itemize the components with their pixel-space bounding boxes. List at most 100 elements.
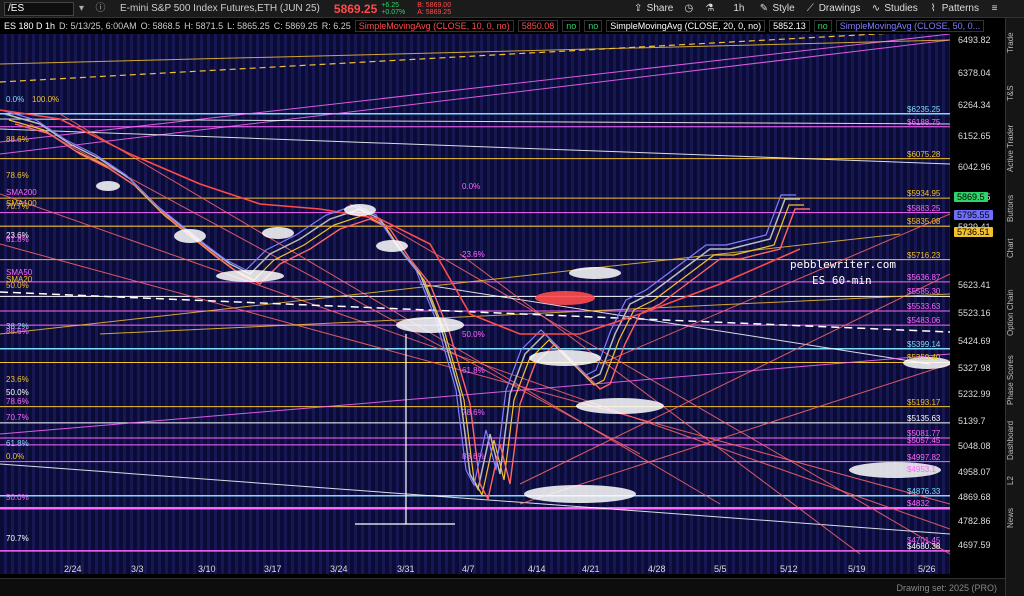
session-stripe: [473, 34, 476, 574]
patterns-button[interactable]: ⌇ Patterns: [928, 3, 979, 14]
price-badge: 5736.51: [954, 227, 993, 237]
level-label: $5193.17: [907, 397, 941, 407]
session-stripe: [508, 34, 511, 574]
fib-label-mid: 61.8%: [462, 366, 485, 375]
bar-range: R: 6.25: [321, 21, 351, 31]
symbol-input[interactable]: /ES: [4, 1, 74, 16]
session-stripe: [781, 34, 784, 574]
rail-tab[interactable]: Option Chain: [1006, 288, 1024, 338]
fib-label-left: 100.0%: [32, 95, 60, 104]
session-stripe: [179, 34, 182, 574]
level-label: $5483.06: [907, 316, 941, 326]
chevron-down-icon[interactable]: ▾: [76, 3, 87, 14]
price-badge: 5869.5: [954, 192, 988, 202]
session-stripe: [802, 34, 805, 574]
session-stripe: [158, 34, 161, 574]
sma20-value: 5852.13: [769, 20, 810, 32]
session-stripe: [445, 34, 448, 574]
session-stripe: [669, 34, 672, 574]
level-label: $6235.25: [907, 104, 941, 114]
fib-label-left: 61.8%: [6, 235, 29, 244]
chart-canvas[interactable]: [0, 34, 950, 574]
rail-tab[interactable]: Active Trader: [1006, 118, 1024, 178]
session-stripe: [340, 34, 343, 574]
sma10-label[interactable]: SimpleMovingAvg (CLOSE, 10, 0, no): [354, 20, 514, 32]
session-stripe: [347, 34, 350, 574]
rail-tab[interactable]: Chart: [1006, 233, 1024, 263]
clock-button[interactable]: ◷: [683, 3, 694, 14]
session-stripe: [501, 34, 504, 574]
date-tick: 3/24: [330, 564, 348, 574]
sma10-value: 5850.08: [517, 20, 559, 32]
session-stripe: [95, 34, 98, 574]
session-stripe: [305, 34, 308, 574]
clock-icon: ◷: [684, 3, 694, 14]
price-axis[interactable]: 6493.826378.046264.346152.656042.965935.…: [950, 34, 1005, 574]
session-stripe: [88, 34, 91, 574]
bar-high: H: 5871.5: [184, 21, 224, 31]
session-stripe: [760, 34, 763, 574]
session-stripe: [872, 34, 875, 574]
level-label: $5934.95: [907, 189, 941, 199]
rail-tab[interactable]: News: [1006, 503, 1024, 533]
fib-label-left: 50.0%: [6, 388, 29, 397]
sma10-no: no: [562, 20, 581, 32]
fib-label-mid: 23.6%: [462, 250, 485, 259]
fib-label-left: 50.0%: [6, 493, 29, 502]
annotation-oval: [576, 398, 664, 414]
sma20-label[interactable]: SimpleMovingAvg (CLOSE, 20, 0, no): [606, 20, 766, 32]
session-stripe: [207, 34, 210, 574]
price-chart[interactable]: pebblewriter.com ES 60-min 0.0% 100.0% 88.…: [0, 34, 950, 574]
level-label: $5350.40: [907, 353, 941, 363]
session-stripe: [809, 34, 812, 574]
level-label: $4680.38: [907, 541, 941, 551]
rail-tab[interactable]: Trade: [1006, 28, 1024, 58]
rail-tab[interactable]: Dashboard: [1006, 418, 1024, 463]
sma50-label[interactable]: SimpleMovingAvg (CLOSE, 50, 0...: [835, 20, 985, 32]
session-stripe: [494, 34, 497, 574]
session-stripe: [823, 34, 826, 574]
annotation-oval: [524, 485, 636, 503]
info-icon[interactable]: ⓘ: [95, 3, 106, 14]
date-tick: 3/31: [397, 564, 415, 574]
session-stripe: [774, 34, 777, 574]
annotation-oval: [344, 204, 376, 216]
session-stripe: [109, 34, 112, 574]
beaker-button[interactable]: ⚗: [704, 3, 715, 14]
fib-label-left: 88.6%: [6, 135, 29, 144]
annotation-oval: [529, 350, 601, 366]
price-tick: 5139.7: [958, 415, 986, 426]
session-stripe: [130, 34, 133, 574]
share-button[interactable]: ⇪ Share: [633, 3, 673, 14]
session-stripe: [837, 34, 840, 574]
date-axis[interactable]: 2/24 3/3 3/10 3/17 3/24 3/31 4/7 4/14 4/21 4/28 5/…: [0, 562, 950, 576]
chart-info-line: ES 180 D 1h D: 5/13/25, 6:00AM O: 5868.5…: [0, 19, 988, 33]
fib-label-left: 78.6%: [6, 171, 29, 180]
price-tick: 6493.82: [958, 35, 991, 45]
session-stripe: [102, 34, 105, 574]
rail-tab[interactable]: Phase Scores: [1006, 353, 1024, 408]
drawings-button[interactable]: ⟋ Drawings: [805, 3, 861, 14]
rail-tab[interactable]: Buttons: [1006, 188, 1024, 228]
rail-tab[interactable]: L2: [1006, 468, 1024, 493]
session-stripe: [655, 34, 658, 574]
price-change: +6.25 +0.07%: [381, 2, 405, 16]
level-label: $5135.63: [907, 413, 941, 423]
price-tick: 4697.59: [958, 540, 991, 550]
session-stripe: [242, 34, 245, 574]
style-button[interactable]: ✎ Style: [758, 3, 795, 14]
level-label: $4832: [907, 499, 930, 509]
session-stripe: [200, 34, 203, 574]
session-stripe: [690, 34, 693, 574]
session-stripe: [137, 34, 140, 574]
rail-tab[interactable]: T&S: [1006, 78, 1024, 108]
change-percent: +0.07%: [381, 8, 406, 16]
date-tick: 4/14: [528, 564, 546, 574]
level-label: $4876.33: [907, 486, 941, 496]
ask-value: A: 5869.25: [417, 8, 452, 16]
studies-button[interactable]: ∿ Studies: [870, 3, 918, 14]
timeframe-button[interactable]: 1h: [733, 3, 744, 14]
menu-button[interactable]: ≡: [989, 3, 1000, 14]
fib-label-left: 70.7%: [6, 202, 29, 211]
session-stripe: [683, 34, 686, 574]
